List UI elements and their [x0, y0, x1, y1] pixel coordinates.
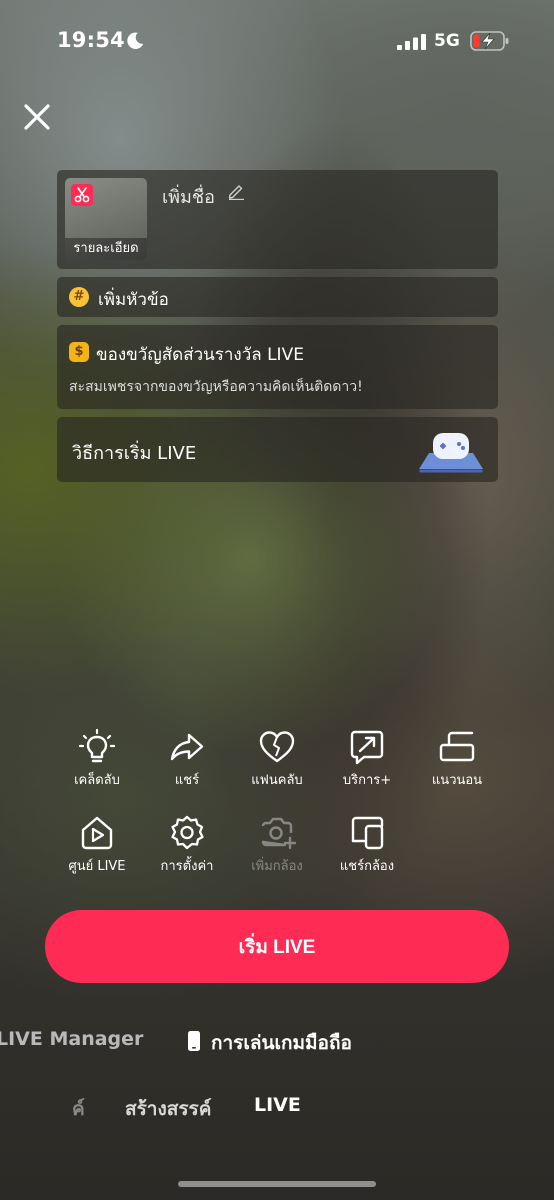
- add-camera-icon: [261, 817, 296, 850]
- close-icon[interactable]: [20, 100, 54, 134]
- fan-club-label: แฟนคลับ: [251, 773, 303, 788]
- tab-live[interactable]: LIVE: [254, 1094, 301, 1116]
- settings-label: การตั้งค่า: [160, 859, 214, 874]
- service-plus-button[interactable]: บริการ+: [322, 728, 412, 790]
- mode-mobile-gaming-label: การเล่นเกมมือถือ: [211, 1032, 352, 1054]
- service-plus-icon: [350, 730, 384, 765]
- add-topic-label: เพิ่มหัวข้อ: [98, 290, 169, 310]
- add-title-field[interactable]: เพิ่มชื่อ: [162, 182, 215, 211]
- add-camera-label: เพิ่มกล้อง: [251, 859, 303, 874]
- share-camera-label: แชร์กล้อง: [339, 859, 395, 874]
- share-camera-button[interactable]: แชร์กล้อง: [322, 814, 412, 876]
- scissors-icon: [71, 184, 93, 206]
- add-camera-button[interactable]: เพิ่มกล้อง: [232, 814, 322, 876]
- mode-mobile-gaming[interactable]: การเล่นเกมมือถือ: [187, 1028, 352, 1058]
- how-to-live-card[interactable]: วิธีการเริ่ม LIVE: [57, 417, 498, 482]
- moon-icon: [127, 32, 144, 49]
- share-button[interactable]: แชร์: [142, 728, 232, 790]
- landscape-label: แนวนอน: [431, 773, 483, 788]
- share-label: แชร์: [174, 773, 200, 788]
- tab-create[interactable]: สร้างสรรค์: [125, 1094, 211, 1124]
- add-topic-card[interactable]: # เพิ่มหัวข้อ: [57, 277, 498, 317]
- title-card: รายละเอียด เพิ่มชื่อ: [57, 170, 498, 269]
- landscape-button[interactable]: แนวนอน: [412, 728, 502, 790]
- battery-charging-icon: [470, 31, 509, 51]
- live-center-button[interactable]: ศูนย์ LIVE: [52, 814, 142, 876]
- service-plus-label: บริการ+: [342, 773, 392, 788]
- lightbulb-icon: [78, 728, 116, 763]
- gift-rewards-card[interactable]: $ ของขวัญสัดส่วนรางวัล LIVE สะสมเพชรจากข…: [57, 325, 498, 409]
- go-live-button[interactable]: เริ่ม LIVE: [45, 910, 509, 983]
- cover-thumbnail[interactable]: รายละเอียด: [65, 178, 147, 260]
- heart-icon: [259, 731, 295, 763]
- tips-label: เคล็ดลับ: [74, 773, 120, 788]
- live-center-icon: [81, 816, 113, 850]
- share-arrow-icon: [170, 733, 204, 761]
- live-center-label: ศูนย์ LIVE: [68, 859, 126, 874]
- status-time: 19:54: [57, 28, 125, 52]
- home-indicator: [178, 1181, 376, 1187]
- coin-icon: $: [69, 342, 89, 362]
- fan-club-button[interactable]: แฟนคลับ: [232, 728, 322, 790]
- phone-icon: [188, 1031, 200, 1051]
- game-controller-illustration: [419, 433, 483, 473]
- how-to-live-label: วิธีการเริ่ม LIVE: [72, 443, 197, 464]
- settings-button[interactable]: การตั้งค่า: [142, 814, 232, 876]
- tab-clipped[interactable]: ค์: [72, 1094, 88, 1124]
- pencil-icon[interactable]: [227, 182, 245, 200]
- settings-gear-icon: [171, 815, 204, 850]
- hashtag-icon: #: [69, 287, 89, 307]
- tips-button[interactable]: เคล็ดลับ: [52, 728, 142, 790]
- signal-icon: [397, 34, 426, 50]
- gift-rewards-title: ของขวัญสัดส่วนรางวัล LIVE: [96, 345, 304, 365]
- landscape-icon: [439, 731, 475, 762]
- gift-rewards-subtitle: สะสมเพชรจากของขวัญหรือความคิดเห็นติดดาว!: [69, 379, 363, 395]
- share-camera-icon: [351, 816, 384, 850]
- cover-label: รายละเอียด: [65, 238, 147, 260]
- mode-live-manager[interactable]: LIVE Manager: [0, 1028, 143, 1050]
- network-type: 5G: [434, 31, 460, 51]
